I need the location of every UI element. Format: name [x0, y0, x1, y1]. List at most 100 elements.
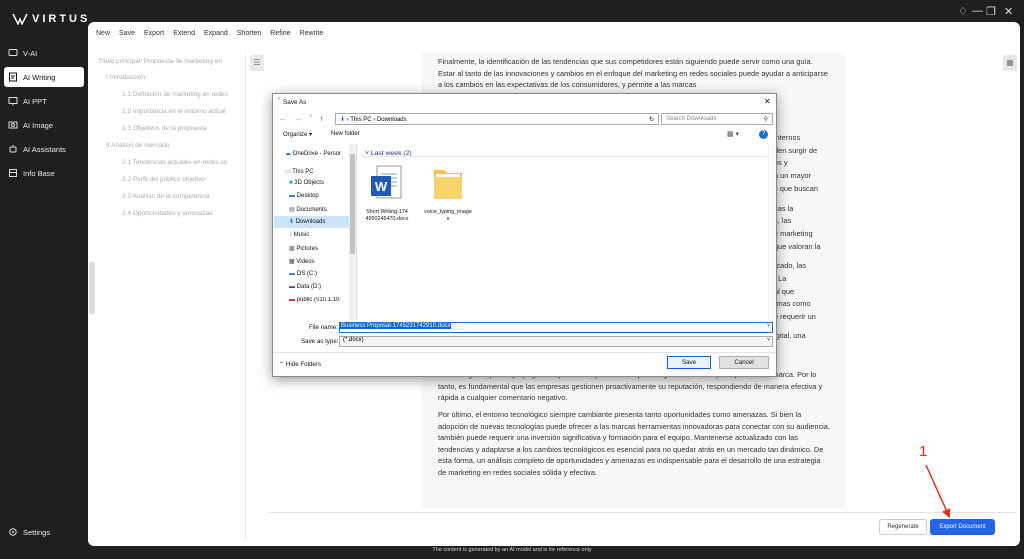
tree-item-onedrive[interactable]: ☁ OneDrive - Persor [285, 150, 341, 157]
toolbar-new[interactable]: New [96, 30, 110, 37]
outline-item[interactable]: 1.2 Importancia en el entorno actual [122, 108, 246, 115]
tree-item-public[interactable]: ▬ public (\\10.1.10 [289, 297, 351, 303]
breadcrumb-separator: › [346, 117, 349, 123]
toolbar-refine[interactable]: Refine [270, 30, 290, 37]
bell-icon[interactable]: ♢ [958, 5, 968, 18]
window-titlebar [88, 0, 1024, 22]
chevron-down-icon[interactable]: ˅ [767, 323, 772, 329]
image-icon [8, 121, 18, 129]
chevron-down-icon[interactable]: ˅ [767, 337, 772, 343]
settings-button[interactable]: Settings [4, 522, 84, 542]
panel-resize-handle[interactable] [89, 262, 95, 314]
chat-icon [8, 49, 18, 56]
dropdown-icon[interactable]: ˅ [309, 114, 313, 123]
view-options-icon[interactable]: ▦ ▾ [727, 130, 739, 138]
slides-icon [8, 97, 18, 106]
tree-item-this-pc[interactable]: ▭ This PC [285, 168, 314, 175]
text-fragment: igital, una [774, 330, 806, 340]
dialog-close-icon[interactable]: ✕ [764, 97, 771, 106]
breadcrumb-this-pc[interactable]: This PC [350, 117, 371, 123]
footer-divider [273, 352, 776, 353]
outline-item[interactable]: 1.3 Objetivos de la propuesta [122, 125, 246, 132]
group-divider [361, 156, 767, 157]
document-edit-icon [9, 72, 17, 82]
occluded-text-column: internos den surgir de os y a un mayor s… [774, 132, 838, 343]
tree-label: Pictures [296, 246, 319, 252]
dialog-save-button[interactable]: Save [667, 356, 711, 369]
tree-item-pictures[interactable]: ▩ Pictures [289, 245, 318, 252]
help-icon[interactable]: ? [759, 130, 768, 139]
tree-item-data-d[interactable]: ▬ Data (D:) [289, 284, 321, 290]
collapse-outline-icon[interactable]: ☰ [250, 55, 264, 71]
forward-icon[interactable]: → [294, 114, 302, 123]
tree-item-documents[interactable]: ▤ Documents [289, 206, 327, 213]
nav-label: AI Image [23, 120, 54, 130]
toolbar-expand[interactable]: Expand [204, 30, 228, 37]
annotation-step-1: 1 [919, 443, 928, 460]
nav-item-v-ai[interactable]: V-AI [4, 43, 84, 63]
dialog-cancel-button[interactable]: Cancel [719, 356, 769, 369]
tree-item-desktop[interactable]: ▬ Desktop [289, 193, 319, 199]
nav-item-ai-image[interactable]: AI Image [4, 115, 84, 135]
file-name: Short Writing-1744950246470.docx [365, 209, 409, 222]
minimize-icon[interactable]: — [972, 5, 983, 17]
side-panel-icon[interactable]: ▦ [1003, 55, 1017, 71]
file-item-word[interactable]: W Short Writing-1744950246470.docx [365, 164, 409, 222]
breadcrumb-downloads[interactable]: Downloads [377, 117, 407, 123]
toolbar-export[interactable]: Export [144, 30, 164, 37]
toolbar-rewrite[interactable]: Rewrite [300, 30, 324, 37]
nav-item-info-base[interactable]: Info Base [4, 163, 84, 183]
refresh-icon[interactable]: ↻ [649, 116, 654, 123]
nav-label: AI Writing [23, 72, 56, 82]
disclaimer-text: The content is generated by an AI model … [432, 547, 592, 553]
tree-scrollbar[interactable] [349, 144, 356, 320]
outline-title[interactable]: Título principal: Propuesta de marketing… [98, 58, 248, 65]
hide-folders-toggle[interactable]: ⌃ Hide Folders [279, 361, 321, 368]
save-as-dialog: ᷮ Save As ✕ ← → ˅ ↑ ⬇ › This PC › Downlo… [272, 93, 777, 377]
paragraph: Finalmente, la identificación de las ten… [438, 57, 828, 90]
nav-label: AI PPT [23, 96, 47, 106]
tree-item-videos[interactable]: ▩ Videos [289, 258, 315, 265]
text-fragment: den surgir de [774, 145, 818, 155]
text-fragment: s que buscan [774, 183, 818, 193]
file-name-input[interactable]: Business Proposal-1745231742910.docx ˅ [339, 322, 773, 333]
settings-label: Settings [23, 527, 51, 537]
toolbar-extend[interactable]: Extend [173, 30, 195, 37]
regenerate-button[interactable]: Regenerate [879, 519, 927, 535]
organize-button[interactable]: Organize ▾ [283, 131, 312, 138]
export-document-button[interactable]: Export Document [930, 519, 995, 535]
outline-item[interactable]: 1.1 Definición de marketing en redes [122, 91, 246, 98]
search-placeholder: Search Downloads [666, 116, 717, 122]
toolbar-shorten[interactable]: Shorten [237, 30, 262, 37]
tree-item-os-c[interactable]: ▬ OS (C:) [289, 271, 317, 277]
database-icon [9, 169, 17, 177]
tree-item-downloads[interactable]: ⬇ Downloads [274, 216, 354, 228]
outline-item[interactable]: 2.4 Oportunidades y amenazas [122, 210, 246, 217]
save-type-select[interactable]: (*.docx) ˅ [339, 336, 773, 347]
search-input[interactable]: Search Downloads ⚲ [661, 113, 773, 125]
tree-item-3d-objects[interactable]: ■ 3D Objects [289, 180, 324, 186]
close-icon[interactable]: ✕ [1004, 5, 1013, 18]
up-icon[interactable]: ↑ [320, 114, 324, 123]
text-fragment: cas la [774, 203, 794, 213]
file-item-folder[interactable]: voice_typing_images [423, 164, 473, 222]
nav-item-ai-assistants[interactable]: AI Assistants [4, 139, 84, 159]
address-bar[interactable]: ⬇ › This PC › Downloads ↻ [335, 113, 659, 125]
outline-item[interactable]: II Análisis de mercado [106, 142, 256, 149]
cloud-icon: ☁ [285, 151, 291, 157]
back-icon[interactable]: ← [279, 114, 287, 123]
tree-label: Downloads [295, 219, 326, 225]
outline-item[interactable]: 2.3 Análisis de la competencia [122, 193, 246, 200]
outline-item[interactable]: 2.2 Perfil del público objetivo [122, 176, 246, 183]
outline-item[interactable]: 2.1 Tendencias actuales en redes so [122, 159, 246, 166]
dialog-title: Save As [283, 99, 307, 106]
new-folder-button[interactable]: New folder [331, 131, 360, 137]
music-icon: ♪ [289, 232, 292, 238]
restore-icon[interactable]: ❐ [986, 5, 996, 18]
nav-item-ai-ppt[interactable]: AI PPT [4, 91, 84, 111]
outline-item[interactable]: I Introducción [106, 74, 256, 81]
nav-item-ai-writing[interactable]: AI Writing [4, 67, 84, 87]
tree-item-music[interactable]: ♪ Music [289, 232, 309, 238]
file-view-scrollbar[interactable] [768, 144, 776, 320]
toolbar-save[interactable]: Save [119, 30, 135, 37]
